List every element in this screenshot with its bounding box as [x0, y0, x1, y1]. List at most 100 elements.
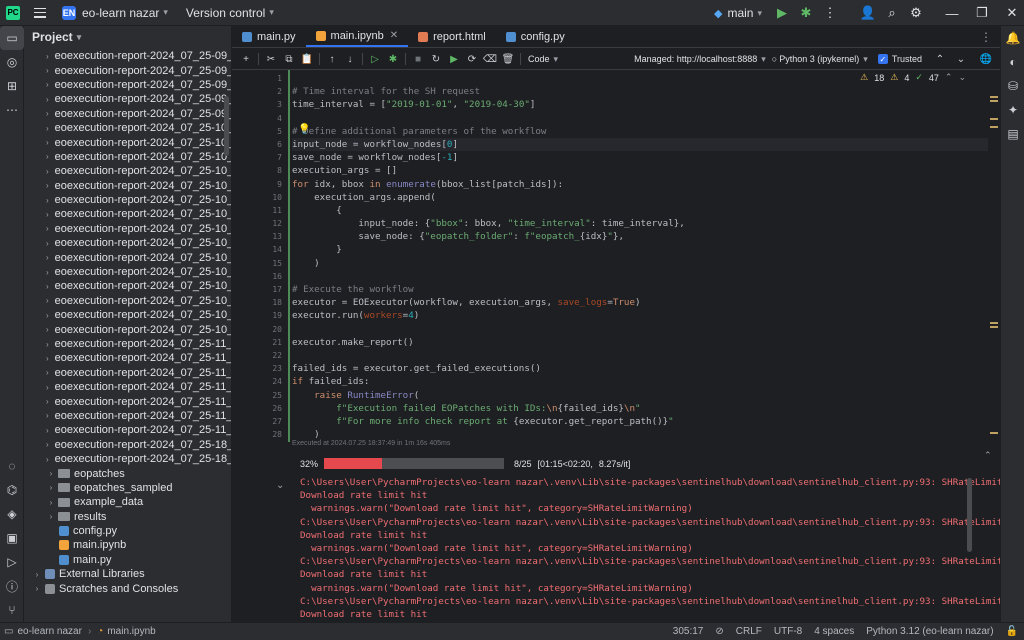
- sciview-icon[interactable]: ▤: [1001, 122, 1024, 146]
- code-line[interactable]: time_interval = ["2019-01-01", "2019-04-…: [292, 98, 988, 111]
- code-line[interactable]: executor = EOExecutor(workflow, executio…: [292, 296, 988, 309]
- code-line[interactable]: save_node = workflow_nodes[-1]: [292, 151, 988, 164]
- terminal-icon[interactable]: ▣: [0, 526, 24, 550]
- chevron-right-icon[interactable]: ›: [46, 181, 49, 190]
- tree-item[interactable]: › eoexecution-report-2024_07_25-10_36_47: [24, 179, 231, 193]
- chevron-down-icon[interactable]: ⌄: [953, 51, 969, 67]
- project-panel-header[interactable]: Project ▾: [24, 26, 231, 48]
- intention-bulb-icon[interactable]: 💡: [298, 124, 310, 135]
- tree-item[interactable]: › eoexecution-report-2024_07_25-09_53_39: [24, 49, 231, 63]
- run-icon[interactable]: ▶: [770, 0, 794, 26]
- trusted-toggle[interactable]: ✓ Trusted: [877, 54, 922, 64]
- code-line[interactable]: execution_args = []: [292, 164, 988, 177]
- tree-item[interactable]: › example_data: [24, 495, 231, 509]
- code-content[interactable]: # Time interval for the SH request time_i…: [292, 70, 988, 441]
- chevron-right-icon[interactable]: ›: [46, 311, 49, 320]
- chevron-right-icon[interactable]: ›: [46, 167, 49, 176]
- tree-item[interactable]: › eopatches_sampled: [24, 481, 231, 495]
- chevron-right-icon[interactable]: ›: [46, 397, 49, 406]
- globe-icon[interactable]: 🌐: [978, 51, 994, 67]
- tree-item[interactable]: › eoexecution-report-2024_07_25-10_00_07: [24, 121, 231, 135]
- cell-type-dropdown[interactable]: Code ▾: [528, 54, 558, 65]
- tree-item[interactable]: › eoexecution-report-2024_07_25-10_46_43: [24, 250, 231, 264]
- breadcrumb-project[interactable]: ▭ eo-learn nazar: [4, 626, 82, 637]
- copy-icon[interactable]: ⧉: [281, 51, 297, 67]
- chevron-right-icon[interactable]: ›: [46, 296, 49, 305]
- chevron-right-icon[interactable]: ›: [46, 455, 49, 464]
- jupyter-server-dropdown[interactable]: Managed: http://localhost:8888 ▾: [634, 54, 766, 65]
- chevron-right-icon[interactable]: ›: [46, 95, 49, 104]
- tree-item[interactable]: › eoexecution-report-2024_07_25-18_33_58: [24, 438, 231, 452]
- caret-position[interactable]: 305:17: [673, 626, 704, 637]
- code-line[interactable]: raise RuntimeError(: [292, 389, 988, 402]
- tab-main-py[interactable]: main.py: [232, 26, 306, 47]
- indent-setting[interactable]: 4 spaces: [814, 626, 854, 637]
- tree-item[interactable]: › eoexecution-report-2024_07_25-10_32_29: [24, 150, 231, 164]
- restart-kernel-icon[interactable]: ↻: [428, 51, 444, 67]
- code-line[interactable]: input_node = workflow_nodes[0]: [292, 137, 988, 152]
- tree-item[interactable]: › eoexecution-report-2024_07_25-11_04_21: [24, 351, 231, 365]
- notifications-icon[interactable]: 🔔: [1001, 26, 1024, 50]
- chevron-up-icon[interactable]: ⌃: [932, 51, 948, 67]
- code-line[interactable]: if failed_ids:: [292, 375, 988, 388]
- chevron-right-icon[interactable]: ›: [46, 109, 49, 118]
- code-line[interactable]: executor.make_report(): [292, 336, 988, 349]
- tree-item[interactable]: › eoexecution-report-2024_07_25-10_47_37: [24, 294, 231, 308]
- code-line[interactable]: ): [292, 257, 988, 270]
- tree-item[interactable]: › eoexecution-report-2024_07_25-10_56_15: [24, 322, 231, 336]
- vcs-menu[interactable]: Version control ▾: [186, 6, 274, 20]
- chevron-right-icon[interactable]: ›: [46, 368, 49, 377]
- chevron-right-icon[interactable]: ›: [32, 584, 42, 593]
- code-line[interactable]: f"For more info check report at {executo…: [292, 415, 988, 428]
- run-cell-select-below-icon[interactable]: ▷: [367, 51, 383, 67]
- add-cell-icon[interactable]: +: [238, 51, 254, 67]
- clear-outputs-icon[interactable]: ⌫: [482, 51, 498, 67]
- tree-item[interactable]: › eoexecution-report-2024_07_25-11_30_52: [24, 409, 231, 423]
- chevron-right-icon[interactable]: ›: [32, 570, 42, 579]
- close-tab-icon[interactable]: ✕: [390, 30, 398, 41]
- tree-item[interactable]: › External Libraries: [24, 567, 231, 581]
- chevron-right-icon[interactable]: ›: [46, 196, 49, 205]
- code-cell-editor[interactable]: 1 2 3 4 5 6 7 8 9 10 11 12 13 14 15 16 17 18 19 20 21 22 23 24 2…: [232, 70, 1000, 450]
- line-separator[interactable]: CRLF: [736, 626, 762, 637]
- output-scroll-up-icon[interactable]: ⌃: [984, 450, 994, 461]
- tree-item[interactable]: › eoexecution-report-2024_07_25-10_39_49: [24, 207, 231, 221]
- tree-item[interactable]: › eoexecution-report-2024_07_25-10_46_52: [24, 265, 231, 279]
- tree-item[interactable]: › eopatches: [24, 466, 231, 480]
- chevron-right-icon[interactable]: ›: [46, 340, 49, 349]
- ai-status-icon[interactable]: ⊘: [715, 626, 723, 637]
- code-line[interactable]: execution_args.append(: [292, 191, 988, 204]
- tree-item[interactable]: › eoexecution-report-2024_07_25-10_36_34: [24, 164, 231, 178]
- project-switcher[interactable]: EN eo-learn nazar ▾: [46, 5, 168, 20]
- run-all-icon[interactable]: ▶: [446, 51, 462, 67]
- tab-options-icon[interactable]: ⋮: [980, 26, 1000, 47]
- tab-config-py[interactable]: config.py: [496, 26, 575, 47]
- minimize-icon[interactable]: —: [940, 0, 964, 26]
- tree-item[interactable]: › eoexecution-report-2024_07_25-11_23_51: [24, 380, 231, 394]
- tree-item[interactable]: › results: [24, 510, 231, 524]
- structure-icon[interactable]: ⊞: [0, 74, 24, 98]
- file-encoding[interactable]: UTF-8: [774, 626, 802, 637]
- chevron-right-icon[interactable]: ›: [46, 224, 49, 233]
- tree-item[interactable]: › eoexecution-report-2024_07_25-18_36_33: [24, 452, 231, 466]
- main-menu-icon[interactable]: [34, 7, 46, 18]
- code-line[interactable]: f"Execution failed EOPatches with IDs:\n…: [292, 402, 988, 415]
- tree-item[interactable]: › eoexecution-report-2024_07_25-10_46_59: [24, 279, 231, 293]
- commit-icon[interactable]: ◎: [0, 50, 24, 74]
- close-icon[interactable]: ✕: [1000, 0, 1024, 26]
- tree-item[interactable]: › eoexecution-report-2024_07_25-10_45_56: [24, 222, 231, 236]
- maximize-icon[interactable]: ❐: [970, 0, 994, 26]
- project-tool-folder-icon[interactable]: ▭: [0, 26, 24, 50]
- tree-item[interactable]: › eoexecution-report-2024_07_25-09_57_23: [24, 92, 231, 106]
- tree-item[interactable]: › eoexecution-report-2024_07_25-10_53_37: [24, 308, 231, 322]
- chevron-right-icon[interactable]: ›: [46, 124, 49, 133]
- code-line[interactable]: input_node: {"bbox": bbox, "time_interva…: [292, 217, 988, 230]
- jupyter-variables-icon[interactable]: ◐: [1001, 50, 1024, 74]
- stop-kernel-icon[interactable]: ■: [410, 51, 426, 67]
- chevron-right-icon[interactable]: ›: [46, 411, 49, 420]
- code-line[interactable]: [292, 323, 988, 336]
- chevron-right-icon[interactable]: ›: [46, 483, 56, 492]
- python-interpreter[interactable]: Python 3.12 (eo-learn nazar): [866, 626, 993, 637]
- error-stripe[interactable]: [990, 70, 1000, 450]
- chevron-right-icon[interactable]: ›: [46, 498, 56, 507]
